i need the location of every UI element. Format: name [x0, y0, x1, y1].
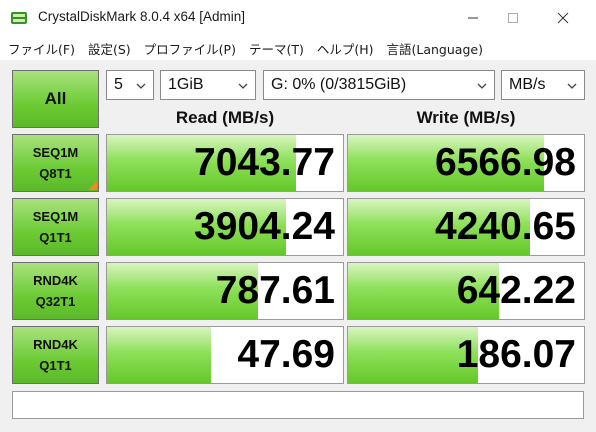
- write-result-value: 6566.98: [435, 141, 576, 184]
- write-result-value: 186.07: [456, 333, 576, 376]
- chevron-down-icon: [238, 83, 248, 89]
- test-name: RND4K: [33, 273, 78, 288]
- test-button-seq1m-q1t1[interactable]: SEQ1M Q1T1: [12, 198, 99, 256]
- test-button-seq1m-q8t1[interactable]: SEQ1M Q8T1: [12, 134, 99, 192]
- unit-value: MB/s: [509, 76, 546, 93]
- menu-language[interactable]: 言語(Language): [387, 39, 483, 58]
- close-button[interactable]: [540, 0, 586, 36]
- test-size-value: 1GiB: [168, 76, 204, 93]
- write-result-cell: 642.22: [347, 262, 585, 320]
- menu-help[interactable]: ヘルプ(H): [317, 39, 374, 58]
- write-result-cell: 6566.98: [347, 134, 585, 192]
- read-result-cell: 47.69: [106, 326, 344, 384]
- menu-profile[interactable]: プロファイル(P): [144, 39, 236, 58]
- test-queue: Q8T1: [39, 166, 72, 181]
- write-column-header: Write (MB/s): [416, 108, 516, 127]
- window-title: CrystalDiskMark 8.0.4 x64 [Admin]: [38, 9, 246, 24]
- test-size-select[interactable]: 1GiB: [160, 70, 256, 100]
- test-name: SEQ1M: [32, 209, 79, 224]
- menu-bar: ファイル(F) 設定(S) プロファイル(P) テーマ(T) ヘルプ(H) 言語…: [0, 36, 596, 60]
- chevron-down-icon: [477, 83, 487, 89]
- read-result-value: 3904.24: [194, 205, 335, 248]
- read-result-cell: 787.61: [106, 262, 344, 320]
- write-result-value: 642.22: [456, 269, 576, 312]
- app-disk-icon: [11, 12, 27, 24]
- unit-select[interactable]: MB/s: [501, 70, 585, 100]
- read-result-value: 7043.77: [194, 141, 335, 184]
- minimize-icon: [468, 17, 478, 19]
- close-icon: [557, 12, 569, 24]
- test-count-select[interactable]: 5: [106, 70, 154, 100]
- comment-field[interactable]: [12, 391, 584, 419]
- drive-select[interactable]: G: 0% (0/3815GiB): [263, 70, 495, 100]
- read-result-bar: [107, 327, 211, 383]
- menu-settings[interactable]: 設定(S): [88, 39, 131, 58]
- menu-file[interactable]: ファイル(F): [8, 39, 75, 58]
- read-column-header: Read (MB/s): [175, 108, 275, 127]
- maximize-button[interactable]: [490, 0, 536, 36]
- read-result-cell: 3904.24: [106, 198, 344, 256]
- read-result-value: 787.61: [215, 269, 335, 312]
- all-button[interactable]: All: [12, 70, 99, 128]
- test-button-rnd4k-q32t1[interactable]: RND4K Q32T1: [12, 262, 99, 320]
- chevron-down-icon: [136, 83, 146, 89]
- maximize-icon: [508, 13, 518, 23]
- menu-theme[interactable]: テーマ(T): [249, 39, 304, 58]
- test-name: RND4K: [33, 337, 78, 352]
- read-result-cell: 7043.77: [106, 134, 344, 192]
- title-bar: CrystalDiskMark 8.0.4 x64 [Admin]: [0, 0, 596, 36]
- test-queue: Q1T1: [39, 358, 72, 373]
- read-result-value: 47.69: [237, 333, 335, 376]
- test-count-value: 5: [114, 76, 123, 93]
- write-result-cell: 186.07: [347, 326, 585, 384]
- selected-marker: [88, 181, 97, 190]
- test-queue: Q32T1: [35, 294, 76, 309]
- test-button-rnd4k-q1t1[interactable]: RND4K Q1T1: [12, 326, 99, 384]
- test-queue: Q1T1: [39, 230, 72, 245]
- test-name: SEQ1M: [32, 145, 79, 160]
- chevron-down-icon: [567, 83, 577, 89]
- drive-value: G: 0% (0/3815GiB): [271, 76, 407, 93]
- write-result-value: 4240.65: [435, 205, 576, 248]
- write-result-cell: 4240.65: [347, 198, 585, 256]
